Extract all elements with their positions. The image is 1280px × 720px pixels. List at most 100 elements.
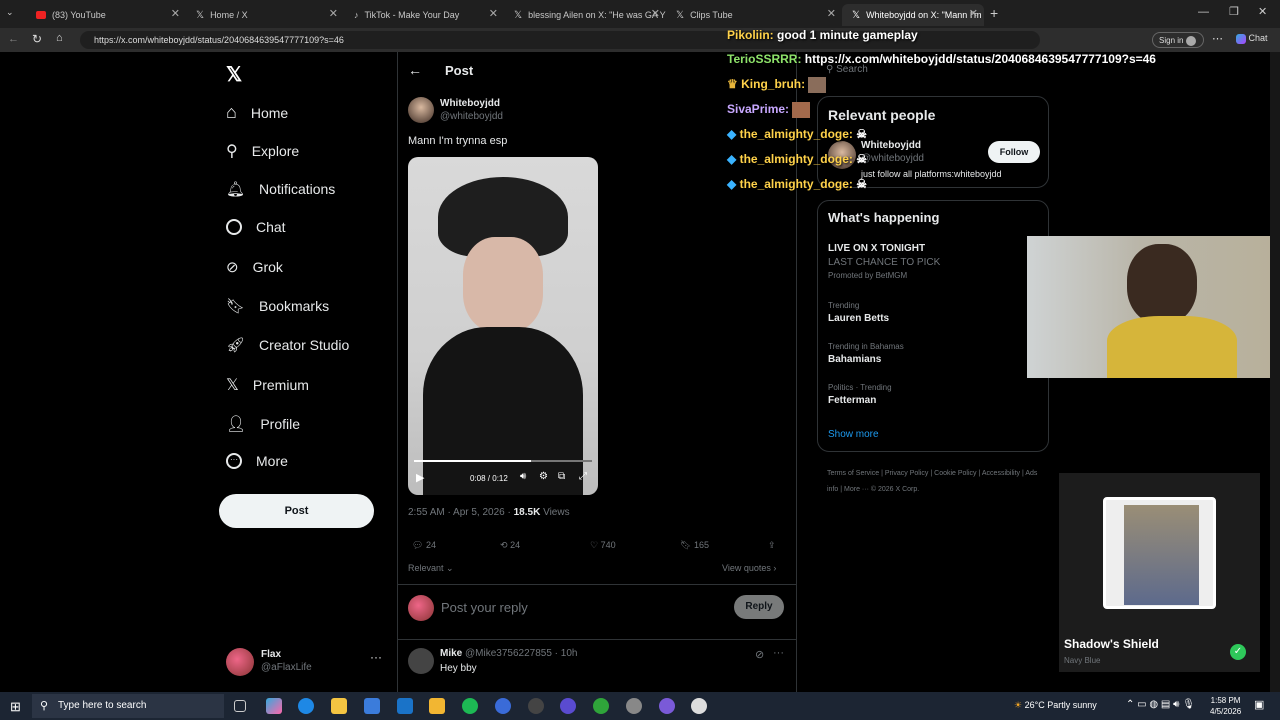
- share-icon[interactable]: ⇪: [768, 540, 776, 551]
- close-icon[interactable]: ✕: [329, 7, 338, 20]
- sidebar-item-grok[interactable]: ⊘ Grok: [226, 258, 283, 276]
- pip-icon[interactable]: ⧉: [558, 471, 565, 482]
- video-player[interactable]: ▶ 0:08 / 0:12 🔊︎ ⚙ ⧉ ⤢: [408, 157, 598, 495]
- footer-link[interactable]: Terms of Service: [827, 470, 879, 477]
- app-icon[interactable]: [560, 698, 576, 714]
- trend-item[interactable]: Trending in Bahamas Bahamians: [828, 342, 1038, 365]
- copilot-icon[interactable]: [266, 698, 282, 714]
- settings-icon[interactable]: ⚙: [539, 471, 548, 482]
- view-quotes-link[interactable]: View quotes ›: [722, 563, 776, 573]
- bookmark-action[interactable]: 🔖︎ 165: [680, 540, 709, 551]
- trend-item[interactable]: Politics · Trending Fetterman: [828, 383, 1038, 406]
- trend-item[interactable]: Trending Lauren Betts: [828, 301, 1038, 324]
- app-icon[interactable]: [691, 698, 707, 714]
- sidebar-item-more[interactable]: ··· More: [226, 453, 288, 469]
- sign-in-button[interactable]: Sign in: [1152, 32, 1204, 48]
- fullscreen-icon[interactable]: ⤢: [579, 471, 587, 482]
- system-tray[interactable]: ⌃ ▭ ◍ ▤ 🔊︎ 🎙︎: [1126, 699, 1195, 710]
- taskbar-search[interactable]: ⚲ Type here to search: [32, 694, 224, 718]
- sidebar-item-bookmarks[interactable]: 🔖︎ Bookmarks: [226, 297, 329, 315]
- window-close-icon[interactable]: ✕: [1258, 5, 1267, 18]
- reply-item[interactable]: Mike @Mike3756227855 · 10h Hey bby ⊘ ···: [397, 640, 796, 692]
- play-icon[interactable]: ▶: [416, 471, 424, 484]
- author-handle[interactable]: @whiteboyjdd: [440, 111, 503, 122]
- tab-label: Home / X: [210, 10, 248, 20]
- notes-icon[interactable]: [429, 698, 445, 714]
- sidebar-item-notifications[interactable]: 🔔︎ Notifications: [226, 180, 335, 198]
- close-icon[interactable]: ✕: [489, 7, 498, 20]
- sidebar-item-profile[interactable]: 👤︎ Profile: [226, 414, 300, 434]
- tab-clips-tube[interactable]: 𝕏 Clips Tube ✕: [666, 4, 842, 26]
- tab-menu-icon[interactable]: ⌄: [6, 7, 20, 21]
- check-icon: ✓: [1230, 644, 1246, 660]
- tab-tiktok[interactable]: ♪ TikTok - Make Your Day ✕: [344, 4, 504, 26]
- sidebar-item-premium[interactable]: 𝕏 Premium: [226, 375, 309, 395]
- author-name[interactable]: Whiteboyjdd: [440, 98, 500, 109]
- views-label: Views: [543, 507, 570, 518]
- reply-composer: Post your reply Reply: [397, 584, 796, 640]
- tab-whiteboyjdd[interactable]: 𝕏 Whiteboyjdd on X: "Mann I'm ✕: [842, 4, 984, 26]
- home-icon[interactable]: ⌂: [56, 32, 63, 44]
- post-button[interactable]: Post: [219, 494, 374, 528]
- weather-widget[interactable]: ☀ 26°C Partly sunny: [1014, 700, 1097, 711]
- edge-icon[interactable]: [298, 698, 314, 714]
- close-icon[interactable]: ✕: [827, 7, 836, 20]
- store-icon[interactable]: [364, 698, 380, 714]
- app-icon[interactable]: [528, 698, 544, 714]
- tab-home-x[interactable]: 𝕏 Home / X ✕: [186, 4, 344, 26]
- x-logo-icon[interactable]: 𝕏: [226, 62, 242, 87]
- footer-link[interactable]: Cookie Policy: [934, 470, 976, 477]
- sidebar-item-explore[interactable]: ⚲ Explore: [226, 141, 299, 161]
- more-dots-icon[interactable]: ···: [370, 650, 382, 664]
- copilot-chat-button[interactable]: Chat: [1236, 33, 1268, 44]
- follow-button[interactable]: Follow: [988, 141, 1040, 163]
- volume-icon[interactable]: 🔊︎: [520, 471, 526, 482]
- clock[interactable]: 1:58 PM 4/5/2026: [1210, 695, 1241, 717]
- close-icon[interactable]: ✕: [969, 7, 978, 20]
- footer-link[interactable]: More ···: [844, 486, 869, 493]
- tiktok-icon: ♪: [354, 10, 359, 20]
- footer-link[interactable]: Privacy Policy: [885, 470, 929, 477]
- app-icon[interactable]: [626, 698, 642, 714]
- video-progress-track[interactable]: [414, 460, 592, 462]
- like-action[interactable]: ♡ 740: [590, 540, 616, 551]
- sidebar-item-home[interactable]: ⌂ Home: [226, 102, 288, 123]
- obs-icon[interactable]: [659, 698, 675, 714]
- grok-icon[interactable]: ⊘: [755, 648, 764, 661]
- avatar[interactable]: [408, 97, 434, 123]
- sidebar-item-chat[interactable]: Chat: [226, 219, 286, 235]
- xbox-icon[interactable]: [593, 698, 609, 714]
- minimize-icon[interactable]: —: [1198, 6, 1209, 18]
- more-dots-icon[interactable]: ···: [773, 647, 784, 659]
- tab-youtube[interactable]: (83) YouTube ✕: [26, 4, 186, 26]
- menu-dots-icon[interactable]: ⋯: [1212, 32, 1223, 45]
- app-icon[interactable]: [495, 698, 511, 714]
- rocket-icon: 🚀︎: [226, 337, 246, 354]
- reply-action[interactable]: 💬︎ 24: [412, 540, 436, 551]
- trend-item[interactable]: LIVE ON X TONIGHT LAST CHANCE TO PICK Pr…: [828, 243, 1038, 280]
- close-icon[interactable]: ✕: [171, 7, 180, 20]
- reply-input[interactable]: Post your reply: [441, 600, 528, 615]
- notifications-icon[interactable]: ▣: [1254, 698, 1264, 711]
- footer-link[interactable]: Accessibility: [982, 470, 1020, 477]
- close-icon[interactable]: ✕: [651, 7, 660, 20]
- outlook-icon[interactable]: [397, 698, 413, 714]
- repost-action[interactable]: ⟲ 24: [500, 540, 520, 551]
- scrollbar[interactable]: [1270, 52, 1280, 692]
- account-switcher[interactable]: Flax @aFlaxLife ···: [226, 646, 386, 678]
- back-arrow-icon[interactable]: ←: [408, 62, 422, 78]
- back-icon[interactable]: ←: [8, 33, 19, 45]
- spotify-icon[interactable]: [462, 698, 478, 714]
- show-more-link[interactable]: Show more: [828, 429, 879, 440]
- reload-icon[interactable]: ↻: [32, 32, 42, 46]
- reply-button[interactable]: Reply: [734, 595, 784, 619]
- file-explorer-icon[interactable]: [331, 698, 347, 714]
- task-view-icon[interactable]: [234, 700, 246, 712]
- sidebar-item-creator-studio[interactable]: 🚀︎ Creator Studio: [226, 336, 349, 354]
- tab-blessing[interactable]: 𝕏 blessing Ailen on X: "He was GA Y ✕: [504, 4, 666, 26]
- new-tab-icon[interactable]: +: [990, 5, 998, 21]
- sort-dropdown[interactable]: Relevant ⌄: [408, 563, 454, 574]
- restore-icon[interactable]: ❐: [1229, 5, 1239, 18]
- windows-start-icon[interactable]: ⊞: [10, 699, 21, 715]
- person-name[interactable]: Whiteboyjdd: [861, 140, 921, 151]
